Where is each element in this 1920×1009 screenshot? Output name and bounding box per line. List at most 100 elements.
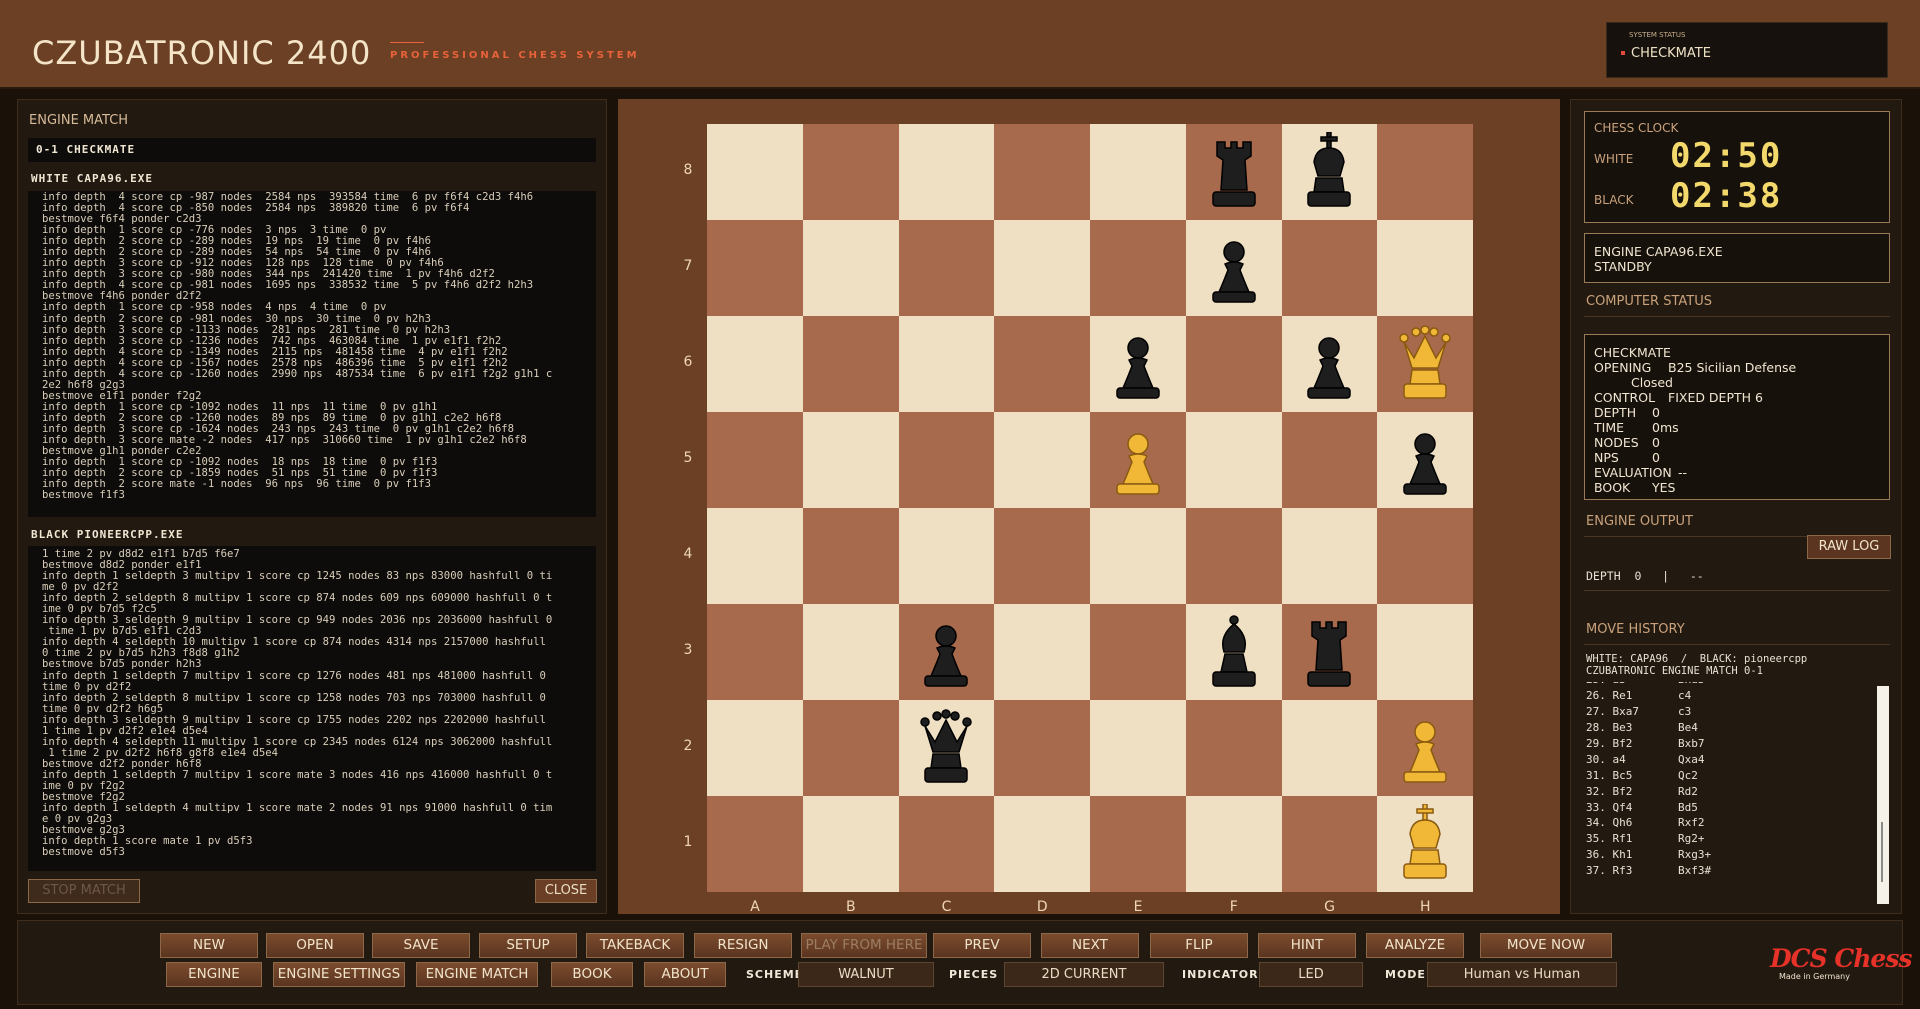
square-g6[interactable] [1281,316,1378,412]
square-a7[interactable] [707,220,803,316]
square-d5[interactable] [994,412,1090,508]
square-f4[interactable] [1185,508,1282,604]
square-h6[interactable] [1377,316,1473,412]
square-c2[interactable] [898,700,995,796]
black-king-icon[interactable] [1282,124,1378,220]
mode-select[interactable]: Human vs Human [1427,962,1617,987]
black-pawn-icon[interactable] [899,604,995,700]
square-a1[interactable] [707,796,803,892]
square-e4[interactable] [1090,508,1186,604]
pieces-select[interactable]: 2D CURRENT [1004,962,1164,987]
square-c6[interactable] [898,316,995,412]
square-f2[interactable] [1185,700,1282,796]
stop-match-button[interactable]: STOP MATCH [28,879,140,903]
next-button[interactable]: NEXT [1041,933,1139,958]
square-c4[interactable] [898,508,995,604]
engine-match-button[interactable]: ENGINE MATCH [416,962,538,987]
square-e1[interactable] [1090,796,1186,892]
white-pawn-icon[interactable] [1377,700,1473,796]
black-pawn-icon[interactable] [1090,316,1186,412]
move-list[interactable]: 25. a3 Bxd3 26. Re1 c4 27. Bxa7 c3 28. Be3 Be4 2… [1584,682,1876,907]
move-history-scrollbar[interactable] [1877,686,1889,904]
black-pawn-icon[interactable] [1186,220,1282,316]
square-d4[interactable] [994,508,1090,604]
square-e8[interactable] [1090,124,1186,220]
square-g7[interactable] [1281,220,1378,316]
indicator-select[interactable]: LED [1259,962,1363,987]
scheme-select[interactable]: WALNUT [798,962,934,987]
square-e5[interactable] [1090,412,1186,508]
square-a2[interactable] [707,700,803,796]
chess-board[interactable] [707,124,1473,892]
close-button[interactable]: CLOSE [535,879,597,903]
black-engine-log[interactable]: 1 time 2 pv d8d2 e1f1 b7d5 f6e7 bestmove … [28,546,596,871]
square-h5[interactable] [1377,412,1473,508]
square-h2[interactable] [1377,700,1473,796]
square-e7[interactable] [1090,220,1186,316]
black-bishop-icon[interactable] [1186,604,1282,700]
move-now-button[interactable]: MOVE NOW [1480,933,1612,958]
engine-settings-button[interactable]: ENGINE SETTINGS [273,962,405,987]
square-f3[interactable] [1185,604,1282,700]
square-b2[interactable] [802,700,899,796]
square-e2[interactable] [1090,700,1186,796]
square-e3[interactable] [1090,604,1186,700]
white-pawn-icon[interactable] [1090,412,1186,508]
book-button[interactable]: BOOK [551,962,633,987]
prev-button[interactable]: PREV [933,933,1031,958]
new-button[interactable]: NEW [160,933,258,958]
square-d1[interactable] [994,796,1090,892]
analyze-button[interactable]: ANALYZE [1366,933,1464,958]
square-c7[interactable] [898,220,995,316]
square-b4[interactable] [802,508,899,604]
square-g4[interactable] [1281,508,1378,604]
square-h3[interactable] [1377,604,1473,700]
black-pawn-icon[interactable] [1377,412,1473,508]
white-queen-icon[interactable] [1377,316,1473,412]
square-b7[interactable] [802,220,899,316]
square-g1[interactable] [1281,796,1378,892]
square-c1[interactable] [898,796,995,892]
square-b5[interactable] [802,412,899,508]
square-f1[interactable] [1185,796,1282,892]
square-a3[interactable] [707,604,803,700]
square-e6[interactable] [1090,316,1186,412]
square-b1[interactable] [802,796,899,892]
square-f8[interactable] [1185,124,1282,220]
resign-button[interactable]: RESIGN [694,933,792,958]
save-button[interactable]: SAVE [372,933,470,958]
square-d2[interactable] [994,700,1090,796]
square-a8[interactable] [707,124,803,220]
white-engine-log[interactable]: info depth 4 score cp -987 nodes 2584 np… [28,191,596,517]
about-button[interactable]: ABOUT [644,962,726,987]
black-rook-icon[interactable] [1186,124,1282,220]
square-b3[interactable] [802,604,899,700]
raw-log-button[interactable]: RAW LOG [1807,535,1891,559]
square-d6[interactable] [994,316,1090,412]
square-a6[interactable] [707,316,803,412]
square-g5[interactable] [1281,412,1378,508]
square-b6[interactable] [802,316,899,412]
black-queen-icon[interactable] [899,700,995,796]
square-a5[interactable] [707,412,803,508]
flip-button[interactable]: FLIP [1150,933,1248,958]
square-g2[interactable] [1281,700,1378,796]
square-b8[interactable] [802,124,899,220]
scrollbar-thumb[interactable] [1881,822,1883,882]
play-from-here-button[interactable]: PLAY FROM HERE [801,933,927,958]
square-f7[interactable] [1185,220,1282,316]
square-c3[interactable] [898,604,995,700]
hint-button[interactable]: HINT [1258,933,1356,958]
square-h4[interactable] [1377,508,1473,604]
square-h8[interactable] [1377,124,1473,220]
square-d7[interactable] [994,220,1090,316]
square-f6[interactable] [1185,316,1282,412]
square-d3[interactable] [994,604,1090,700]
square-c8[interactable] [898,124,995,220]
square-d8[interactable] [994,124,1090,220]
square-f5[interactable] [1185,412,1282,508]
square-h1[interactable] [1377,796,1473,892]
black-rook-icon[interactable] [1282,604,1378,700]
square-g3[interactable] [1281,604,1378,700]
open-button[interactable]: OPEN [266,933,364,958]
